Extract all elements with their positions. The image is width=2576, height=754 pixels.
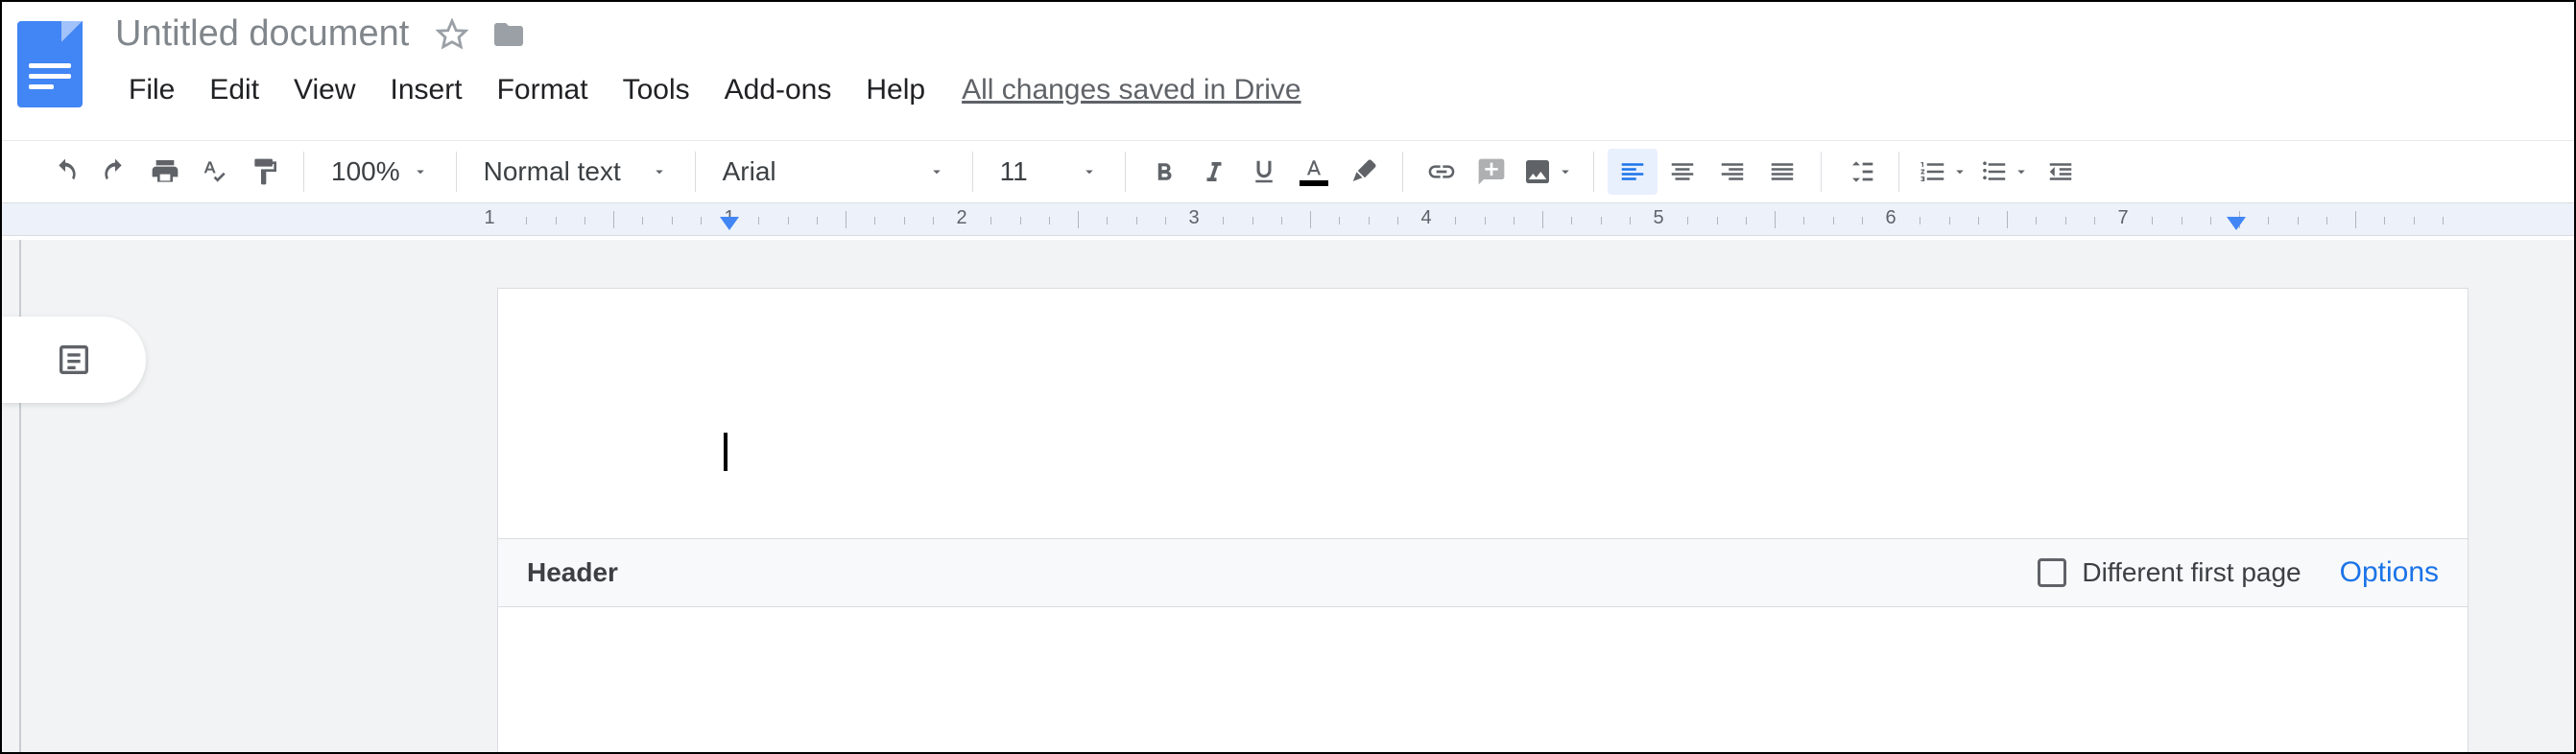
save-status[interactable]: All changes saved in Drive — [962, 74, 1301, 106]
insert-link-button[interactable] — [1417, 149, 1467, 195]
highlight-color-button[interactable] — [1339, 149, 1389, 195]
separator — [1821, 152, 1822, 192]
undo-button[interactable] — [40, 149, 90, 195]
menu-edit[interactable]: Edit — [192, 66, 276, 114]
font-size-value: 11 — [1000, 156, 1069, 187]
separator — [972, 152, 973, 192]
menu-format[interactable]: Format — [480, 66, 606, 114]
separator — [695, 152, 696, 192]
align-justify-button[interactable] — [1757, 149, 1807, 195]
ruler-number: 2 — [950, 207, 972, 229]
star-icon[interactable] — [436, 18, 468, 51]
font-family-value: Arial — [723, 156, 917, 187]
checkbox-icon — [2038, 558, 2066, 587]
numbered-list-button[interactable] — [1913, 149, 1974, 195]
chevron-down-icon — [1557, 163, 1574, 180]
text-cursor — [724, 433, 727, 471]
document-outline-toggle[interactable] — [2, 317, 146, 403]
ruler-number: 1 — [478, 207, 500, 229]
separator — [1402, 152, 1403, 192]
separator — [1593, 152, 1594, 192]
chevron-down-icon — [2013, 163, 2030, 180]
spellcheck-button[interactable] — [190, 149, 240, 195]
menu-view[interactable]: View — [276, 66, 372, 114]
menu-tools[interactable]: Tools — [606, 66, 707, 114]
ruler-number: 7 — [2111, 207, 2134, 229]
workspace: Header Different first page Options — [2, 240, 2574, 752]
menu-addons[interactable]: Add-ons — [707, 66, 849, 114]
horizontal-ruler[interactable]: 11234567 — [2, 203, 2574, 236]
header-options-button[interactable]: Options — [2340, 556, 2439, 589]
text-color-button[interactable] — [1289, 149, 1339, 195]
separator — [456, 152, 457, 192]
header-label: Header — [527, 557, 2038, 588]
toolbar: 100% Normal text Arial 11 — [2, 140, 2574, 203]
title-row: Untitled document — [111, 12, 2564, 57]
separator — [1898, 152, 1899, 192]
separator — [1125, 152, 1126, 192]
align-center-button[interactable] — [1658, 149, 1707, 195]
paint-format-button[interactable] — [240, 149, 290, 195]
bulleted-list-button[interactable] — [1974, 149, 2036, 195]
chevron-down-icon — [1081, 163, 1098, 180]
line-spacing-button[interactable] — [1835, 149, 1885, 195]
right-indent-marker[interactable] — [2227, 217, 2246, 230]
paragraph-style-dropdown[interactable]: Normal text — [470, 149, 681, 195]
chevron-down-icon — [651, 163, 668, 180]
header-editing-band: Header Different first page Options — [498, 538, 2468, 607]
font-family-dropdown[interactable]: Arial — [709, 149, 959, 195]
different-first-page-label: Different first page — [2082, 557, 2301, 588]
move-folder-icon[interactable] — [491, 17, 526, 52]
chevron-down-icon — [928, 163, 945, 180]
docs-logo-icon[interactable] — [17, 21, 83, 107]
ruler-number: 3 — [1182, 207, 1205, 229]
ruler-number: 4 — [1415, 207, 1437, 229]
separator — [303, 152, 304, 192]
menu-help[interactable]: Help — [848, 66, 942, 114]
align-right-button[interactable] — [1707, 149, 1757, 195]
zoom-value: 100% — [331, 156, 400, 187]
ruler-number: 5 — [1647, 207, 1669, 229]
insert-image-button[interactable] — [1516, 149, 1580, 195]
bold-button[interactable] — [1139, 149, 1189, 195]
decrease-indent-button[interactable] — [2036, 149, 2086, 195]
font-size-dropdown[interactable]: 11 — [987, 149, 1111, 195]
document-page[interactable]: Header Different first page Options — [497, 288, 2469, 752]
chevron-down-icon — [412, 163, 429, 180]
menu-file[interactable]: File — [111, 66, 192, 114]
menubar: File Edit View Insert Format Tools Add-o… — [111, 66, 2564, 114]
left-indent-marker[interactable] — [720, 217, 739, 230]
underline-button[interactable] — [1239, 149, 1289, 195]
document-title-input[interactable]: Untitled document — [111, 12, 413, 57]
paragraph-style-value: Normal text — [484, 156, 639, 187]
italic-button[interactable] — [1189, 149, 1239, 195]
chevron-down-icon — [1951, 163, 1968, 180]
menu-insert[interactable]: Insert — [373, 66, 480, 114]
title-column: Untitled document File Edit View Insert … — [111, 12, 2564, 114]
add-comment-button[interactable] — [1467, 149, 1516, 195]
redo-button[interactable] — [90, 149, 140, 195]
ruler-number: 6 — [1879, 207, 1901, 229]
different-first-page-checkbox[interactable]: Different first page — [2038, 557, 2301, 588]
titlebar: Untitled document File Edit View Insert … — [2, 2, 2574, 140]
print-button[interactable] — [140, 149, 190, 195]
align-left-button[interactable] — [1608, 149, 1658, 195]
zoom-dropdown[interactable]: 100% — [318, 149, 442, 195]
